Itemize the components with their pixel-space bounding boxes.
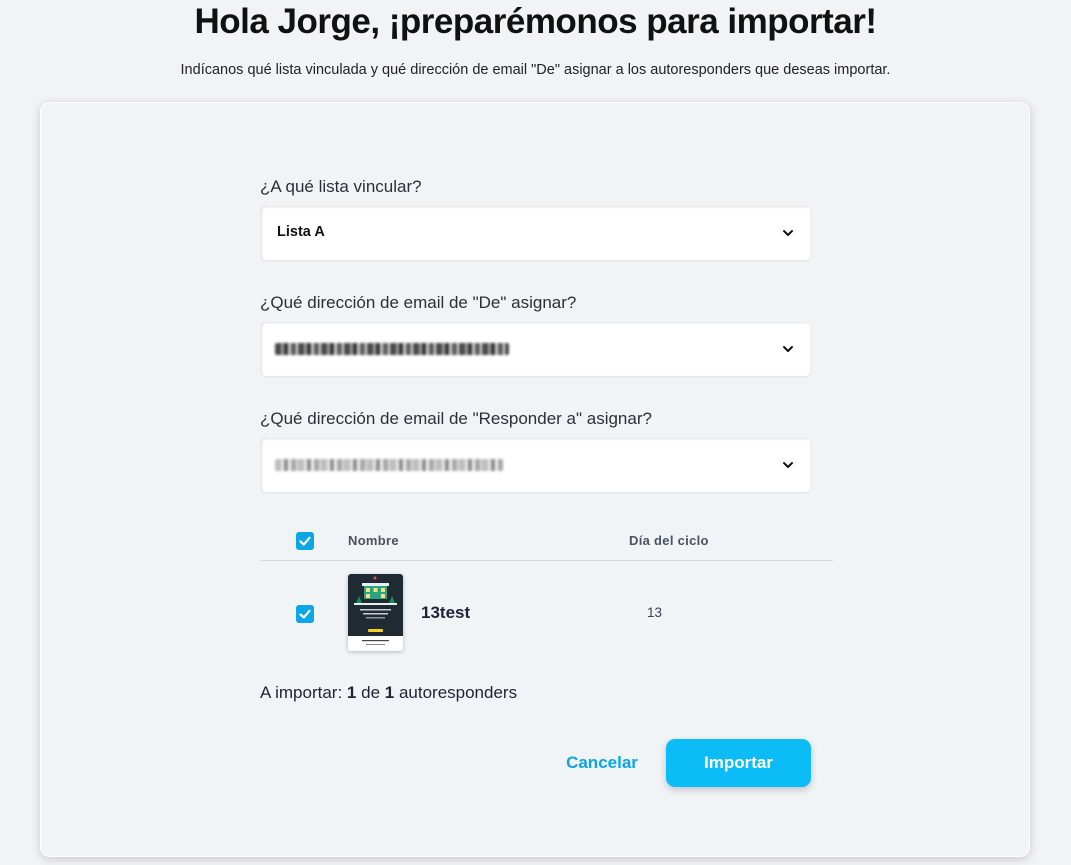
summary-prefix: A importar: bbox=[260, 683, 347, 702]
check-icon bbox=[299, 609, 311, 619]
reply-to-email-value-redacted bbox=[275, 459, 503, 471]
summary-of: de bbox=[356, 683, 385, 702]
row-day: 13 bbox=[647, 605, 663, 620]
summary-total-count: 1 bbox=[384, 683, 395, 702]
table-divider bbox=[261, 560, 833, 561]
from-email-value-redacted bbox=[275, 343, 509, 355]
list-select[interactable]: Lista A bbox=[261, 206, 810, 260]
page-title: Hola Jorge, ¡preparémonos para importar! bbox=[194, 2, 877, 41]
summary-selected-count: 1 bbox=[346, 683, 357, 702]
select-all-checkbox[interactable] bbox=[296, 532, 314, 550]
check-icon bbox=[299, 536, 311, 546]
row-name[interactable]: 13test bbox=[421, 603, 470, 623]
chevron-down-icon bbox=[783, 462, 793, 468]
page-subtitle: Indícanos qué lista vinculada y qué dire… bbox=[180, 62, 891, 78]
column-header-name: Nombre bbox=[348, 533, 399, 548]
row-checkbox[interactable] bbox=[296, 605, 314, 623]
reply-to-email-label: ¿Qué dirección de email de "Responder a"… bbox=[260, 409, 652, 428]
email-thumbnail[interactable] bbox=[348, 574, 403, 651]
reply-to-email-select[interactable] bbox=[261, 438, 810, 492]
column-header-day: Día del ciclo bbox=[629, 533, 709, 548]
list-select-label: ¿A qué lista vincular? bbox=[260, 177, 422, 196]
chevron-down-icon bbox=[783, 230, 793, 236]
cancel-button[interactable]: Cancelar bbox=[556, 740, 648, 786]
from-email-label: ¿Qué dirección de email de "De" asignar? bbox=[260, 293, 577, 312]
summary-suffix: autoresponders bbox=[394, 683, 518, 702]
chevron-down-icon bbox=[783, 346, 793, 352]
from-email-select[interactable] bbox=[261, 322, 810, 376]
import-summary: A importar: 1 de 1 autoresponders bbox=[260, 683, 517, 703]
list-select-value: Lista A bbox=[277, 224, 325, 240]
email-preview-image bbox=[348, 574, 403, 645]
import-button[interactable]: Importar bbox=[666, 739, 811, 787]
